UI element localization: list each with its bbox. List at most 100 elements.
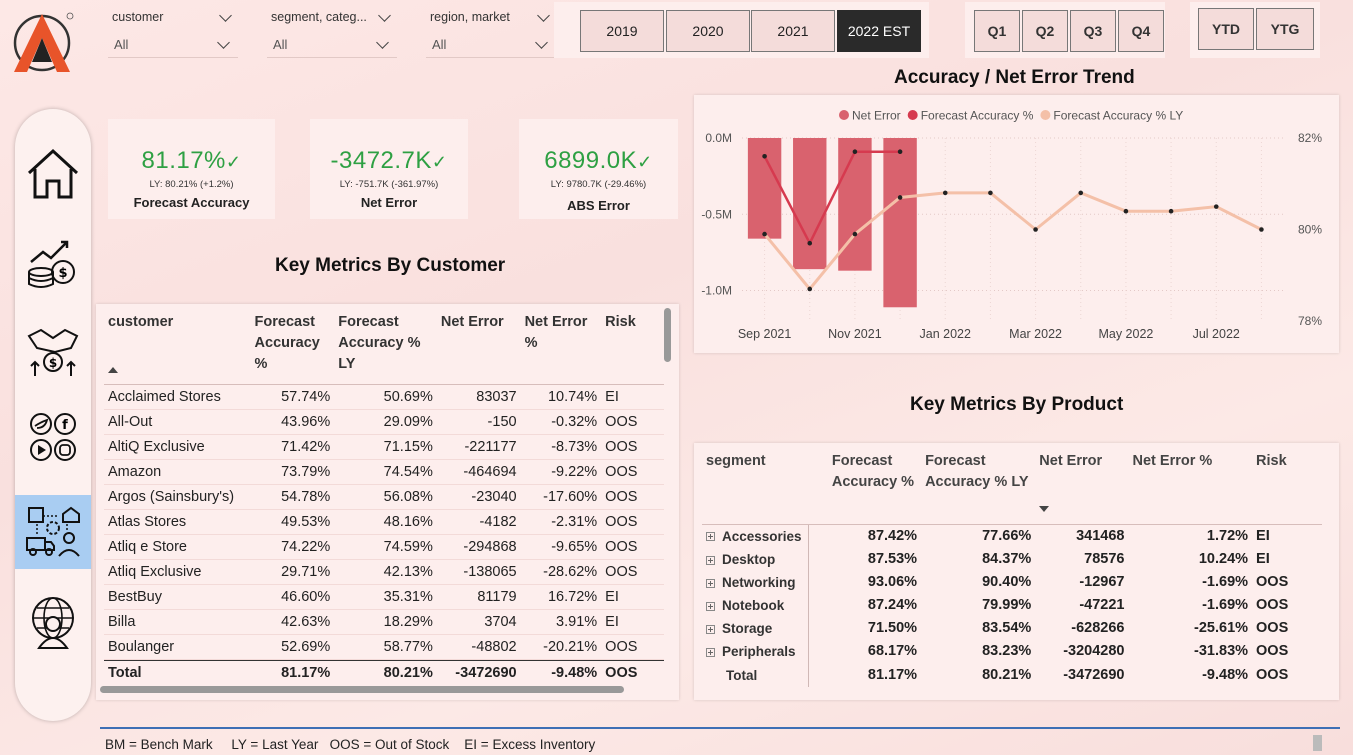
legend-label: Net Error: [852, 109, 901, 123]
total-cell: 81.17%: [250, 660, 335, 685]
customer-name-cell: Billa: [104, 609, 251, 635]
column-header-customer[interactable]: customer: [104, 310, 251, 384]
table-row[interactable]: Peripherals 68.17% 83.23% -3204280 -31.83% OO…: [702, 640, 1322, 663]
chevron-down-icon[interactable]: [219, 8, 232, 22]
table-row[interactable]: Boulanger 52.69% 58.77% -48802 -20.21% OOS: [104, 634, 664, 660]
table-row[interactable]: Notebook 87.24% 79.99% -47221 -1.69% OOS: [702, 594, 1322, 617]
x-tick-label: Mar 2022: [1009, 327, 1062, 341]
table-cell: 58.77%: [334, 634, 437, 660]
q1-button[interactable]: Q1: [974, 10, 1020, 52]
data-point: [807, 286, 813, 292]
slicer-value: All: [273, 37, 288, 52]
table-cell: 42.13%: [334, 559, 437, 585]
column-header-segment[interactable]: segment: [702, 449, 828, 524]
table-row[interactable]: BestBuy 46.60% 35.31% 81179 16.72% EI: [104, 584, 664, 610]
check-icon: ✓: [225, 152, 242, 172]
nav-social[interactable]: f: [15, 401, 91, 475]
table-row[interactable]: Atlas Stores 49.53% 48.16% -4182 -2.31% OOS: [104, 509, 664, 535]
table-row[interactable]: Accessories 87.42% 77.66% 341468 1.72% EI: [702, 524, 1322, 548]
expand-icon[interactable]: [706, 532, 715, 542]
column-header-net-error-pct[interactable]: Net Error %: [521, 310, 602, 384]
q2-button[interactable]: Q2: [1022, 10, 1068, 52]
table-row[interactable]: Argos (Sainsbury's) 54.78% 56.08% -23040 -17…: [104, 484, 664, 510]
sort-ascending-icon[interactable]: [108, 367, 118, 373]
table-row[interactable]: All-Out 43.96% 29.09% -150 -0.32% OOS: [104, 409, 664, 435]
table-cell: 3.91%: [520, 609, 602, 635]
data-point: [942, 190, 948, 196]
table-row[interactable]: Atliq e Store 74.22% 74.59% -294868 -9.65% OO…: [104, 534, 664, 560]
table-cell: OOS: [1256, 643, 1289, 660]
data-point: [1213, 204, 1219, 209]
total-cell: Total: [104, 660, 251, 685]
column-header-risk[interactable]: Risk: [601, 310, 664, 384]
ytg-button[interactable]: YTG: [1256, 8, 1314, 50]
nav-finance[interactable]: $: [15, 225, 91, 299]
table-cell: 87.53%: [867, 550, 918, 567]
column-header-net-error[interactable]: Net Error: [437, 310, 521, 384]
q4-button[interactable]: Q4: [1118, 10, 1164, 52]
table-row[interactable]: Desktop 87.53% 84.37% 78576 10.24% EI: [702, 548, 1322, 571]
table-cell: -9.22%: [520, 459, 602, 485]
nav-home[interactable]: [15, 137, 91, 211]
table-cell: -9.65%: [520, 534, 602, 560]
slicer-value: All: [432, 37, 447, 52]
chevron-down-icon[interactable]: [535, 36, 548, 49]
segment-slicer[interactable]: segment, categ... All: [267, 6, 397, 58]
table-cell: 18.29%: [334, 609, 437, 635]
year-2021-button[interactable]: 2021: [751, 10, 835, 52]
chevron-down-icon[interactable]: [217, 36, 230, 49]
year-2020-button[interactable]: 2020: [666, 10, 750, 52]
expand-icon[interactable]: [706, 578, 715, 588]
product-section-title: Key Metrics By Product: [910, 394, 1124, 415]
chevron-down-icon[interactable]: [378, 8, 391, 22]
column-header-net-error[interactable]: Net Error: [1035, 449, 1128, 524]
year-2022-est-button[interactable]: 2022 EST: [837, 10, 921, 52]
table-row[interactable]: AltiQ Exclusive 71.42% 71.15% -221177 -8.73%…: [104, 434, 664, 460]
page-scrollbar[interactable]: [1313, 735, 1322, 751]
nav-supply-chain[interactable]: [15, 495, 91, 569]
chevron-down-icon[interactable]: [376, 36, 389, 49]
vertical-scrollbar[interactable]: [664, 308, 671, 362]
y-left-tick-label: 0.0M: [705, 131, 732, 145]
table-cell: EI: [1256, 527, 1270, 544]
customer-slicer[interactable]: customer All: [108, 6, 238, 58]
table-cell: -28.62%: [520, 559, 602, 585]
region-slicer[interactable]: region, market All: [426, 6, 556, 58]
table-row[interactable]: Billa 42.63% 18.29% 3704 3.91% EI: [104, 609, 664, 635]
ytd-button[interactable]: YTD: [1198, 8, 1254, 50]
check-icon: ✓: [637, 152, 653, 172]
table-cell: -31.83%: [1194, 643, 1249, 660]
table-row[interactable]: Networking 93.06% 90.40% -12967 -1.69% OOS: [702, 571, 1322, 594]
column-header-forecast-accuracy[interactable]: Forecast Accuracy %: [251, 310, 335, 384]
column-header-forecast-accuracy-ly[interactable]: Forecast Accuracy % LY: [921, 449, 1035, 524]
chevron-down-icon[interactable]: [537, 8, 550, 22]
total-cell: -9.48%: [1202, 666, 1249, 683]
sort-descending-icon[interactable]: [1039, 506, 1050, 512]
legend-label: Forecast Accuracy % LY: [1053, 109, 1183, 123]
expand-icon[interactable]: [706, 555, 715, 565]
expand-icon[interactable]: [706, 625, 715, 635]
table-row[interactable]: Acclaimed Stores 57.74% 50.69% 83037 10.74% E…: [104, 384, 664, 410]
expand-icon[interactable]: [706, 601, 715, 611]
table-row[interactable]: Storage 71.50% 83.54% -628266 -25.61% OOS: [702, 617, 1322, 640]
table-cell: 50.69%: [334, 384, 437, 410]
column-header-net-error-pct[interactable]: Net Error %: [1129, 449, 1253, 524]
table-cell: 16.72%: [520, 584, 602, 610]
table-cell: OOS: [601, 434, 664, 460]
expand-icon[interactable]: [706, 648, 715, 658]
data-point: [1259, 227, 1264, 232]
year-2019-button[interactable]: 2019: [580, 10, 664, 52]
horizontal-scrollbar[interactable]: [100, 686, 624, 693]
table-cell: 71.50%: [867, 620, 918, 637]
column-header-forecast-accuracy-ly[interactable]: Forecast Accuracy % LY: [334, 310, 437, 384]
q3-button[interactable]: Q3: [1070, 10, 1116, 52]
column-header-forecast-accuracy[interactable]: Forecast Accuracy %: [828, 449, 921, 524]
table-row[interactable]: Atliq Exclusive 29.71% 42.13% -138065 -28.62…: [104, 559, 664, 585]
column-header-risk[interactable]: Risk: [1252, 449, 1322, 524]
nav-global[interactable]: [15, 585, 91, 659]
segment-label: Desktop: [722, 551, 776, 567]
nav-deals[interactable]: $: [15, 313, 91, 387]
social-media-icon: f: [30, 413, 76, 461]
kpi-card-forecast-accuracy: 81.17%✓ LY: 80.21% (+1.2%) Forecast Accu…: [108, 119, 275, 219]
table-row[interactable]: Amazon 73.79% 74.54% -464694 -9.22% OOS: [104, 459, 664, 485]
